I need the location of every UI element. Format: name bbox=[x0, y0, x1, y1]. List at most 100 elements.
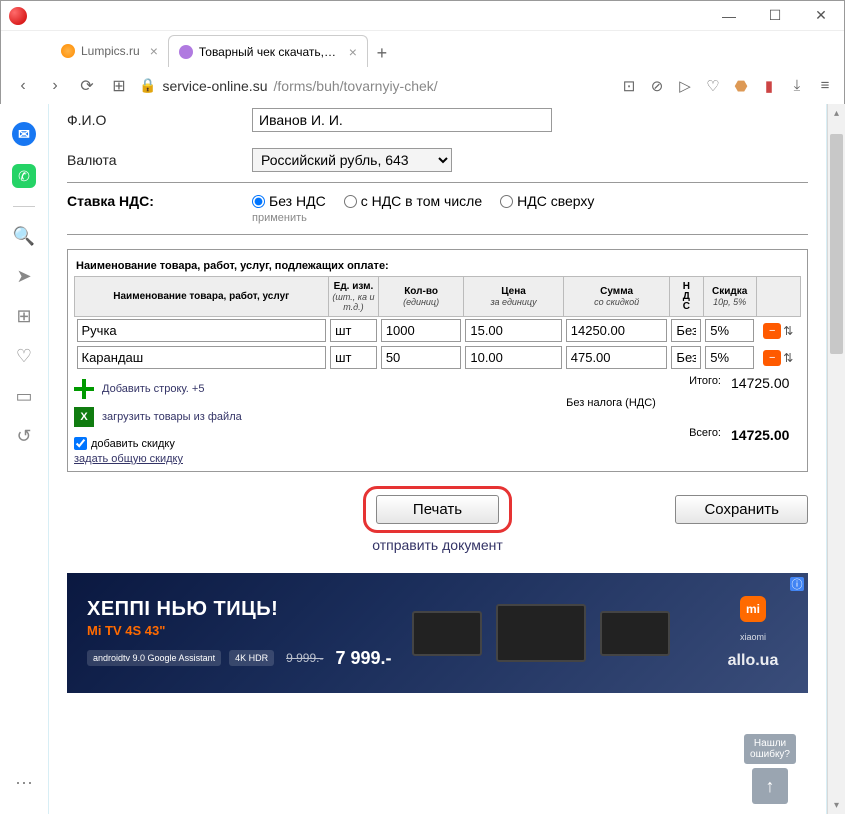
load-from-file-link[interactable]: загрузить товары из файла bbox=[102, 411, 242, 423]
browser-sidebar: ✉ ✆ 🔍 ➤ ⊞ ♡ ▭ ↺ ⋯ bbox=[0, 104, 48, 814]
ad-old-price: 9 999.- bbox=[286, 651, 323, 665]
ad-banner[interactable]: ХЕППІ НЬЮ ТИЦЬ! Mi TV 4S 43" androidtv 9… bbox=[67, 573, 808, 693]
ad-store: allo.ua bbox=[728, 652, 779, 670]
feedback-button[interactable]: Нашлиошибку? bbox=[744, 734, 796, 764]
vat-apply-link[interactable]: применить bbox=[252, 212, 307, 224]
heart-icon[interactable]: ♡ bbox=[704, 77, 722, 95]
reload-button[interactable]: ⟳ bbox=[75, 74, 99, 98]
add-row-link[interactable]: Добавить строку. bbox=[102, 383, 189, 395]
th-discount: Скидка10р, 5% bbox=[703, 277, 756, 317]
add-discount-label: добавить скидку bbox=[91, 438, 175, 450]
speed-dial-icon[interactable]: ⊞ bbox=[13, 305, 35, 327]
item-price-input[interactable] bbox=[465, 346, 561, 369]
send-icon[interactable]: ➤ bbox=[13, 265, 35, 287]
save-button[interactable]: Сохранить bbox=[675, 495, 808, 524]
vat-radio-included[interactable] bbox=[344, 195, 357, 208]
set-total-discount-link[interactable]: задать общую скидку bbox=[74, 453, 183, 465]
scroll-thumb[interactable] bbox=[830, 134, 843, 354]
bookmark-icon[interactable]: ▮ bbox=[760, 77, 778, 95]
item-vat-input[interactable] bbox=[671, 319, 701, 342]
itogo-value: 14725.00 bbox=[731, 375, 801, 391]
extension-icon[interactable]: ⬣ bbox=[732, 77, 750, 95]
facebook-messenger-icon[interactable]: ✉ bbox=[12, 122, 36, 146]
item-sum-input[interactable] bbox=[566, 346, 668, 369]
item-qty-input[interactable] bbox=[381, 346, 462, 369]
scroll-to-top-button[interactable]: ↑ bbox=[752, 768, 788, 804]
th-name: Наименование товара, работ, услуг bbox=[75, 277, 329, 317]
items-section: Наименование товара, работ, услуг, подле… bbox=[67, 249, 808, 472]
sidebar-separator bbox=[13, 206, 35, 207]
play-icon[interactable]: ▷ bbox=[676, 77, 694, 95]
ad-badge: 4K HDR bbox=[229, 650, 274, 666]
maximize-button[interactable]: ☐ bbox=[752, 1, 798, 31]
scroll-up-icon[interactable]: ▴ bbox=[828, 104, 845, 122]
download-icon[interactable]: ⤓ bbox=[788, 77, 806, 95]
item-name-input[interactable] bbox=[77, 346, 327, 369]
tab-favicon-icon bbox=[61, 44, 75, 58]
vat-option-ontop[interactable]: НДС сверху bbox=[500, 193, 594, 209]
search-icon[interactable]: 🔍 bbox=[13, 225, 35, 247]
tab-strip: Lumpics.ru × Товарный чек скачать, ра × … bbox=[1, 31, 844, 67]
print-highlight: Печать bbox=[363, 486, 512, 533]
th-vat: Н Д С bbox=[669, 277, 703, 317]
reorder-icon[interactable]: ⇅ bbox=[783, 324, 793, 338]
delete-row-icon[interactable]: − bbox=[763, 350, 781, 366]
close-button[interactable]: ✕ bbox=[798, 1, 844, 31]
scroll-down-icon[interactable]: ▾ bbox=[828, 796, 845, 814]
opera-logo-icon[interactable] bbox=[9, 7, 27, 25]
address-bar: ‹ › ⟳ ⊞ 🔒 service-online.su/forms/buh/to… bbox=[1, 67, 844, 105]
delete-row-icon[interactable]: − bbox=[763, 323, 781, 339]
vat-option-none[interactable]: Без НДС bbox=[252, 193, 326, 209]
window-controls: — ☐ ✕ bbox=[706, 1, 844, 31]
ad-price: 7 999.- bbox=[335, 648, 391, 669]
item-discount-input[interactable] bbox=[705, 346, 754, 369]
item-qty-input[interactable] bbox=[381, 319, 462, 342]
screenshot-icon[interactable]: ⊡ bbox=[620, 77, 638, 95]
print-button[interactable]: Печать bbox=[376, 495, 499, 524]
xiaomi-logo-icon: mi bbox=[740, 596, 766, 622]
lock-icon: 🔒 bbox=[139, 77, 156, 94]
whatsapp-icon[interactable]: ✆ bbox=[12, 164, 36, 188]
tab-close-icon[interactable]: × bbox=[150, 43, 158, 59]
heart-sidebar-icon[interactable]: ♡ bbox=[13, 345, 35, 367]
separator bbox=[67, 182, 808, 183]
easy-setup-icon[interactable]: ≡ bbox=[816, 77, 834, 95]
page-scrollbar[interactable]: ▴ ▾ bbox=[827, 104, 845, 814]
window-titlebar: — ☐ ✕ bbox=[1, 1, 844, 31]
send-document-link[interactable]: отправить документ bbox=[67, 537, 808, 553]
item-unit-input[interactable] bbox=[330, 346, 377, 369]
vpn-icon[interactable]: ⊘ bbox=[648, 77, 666, 95]
vat-radio-none[interactable] bbox=[252, 195, 265, 208]
url-field[interactable]: 🔒 service-online.su/forms/buh/tovarnyiy-… bbox=[139, 77, 438, 94]
currency-select[interactable]: Российский рубль, 643 bbox=[252, 148, 452, 172]
vat-radio-ontop[interactable] bbox=[500, 195, 513, 208]
excel-icon[interactable]: X bbox=[74, 407, 94, 427]
add-five-rows-link[interactable]: +5 bbox=[192, 383, 205, 395]
reorder-icon[interactable]: ⇅ bbox=[783, 351, 793, 365]
tab-label: Товарный чек скачать, ра bbox=[199, 45, 339, 59]
url-host: service-online.su bbox=[162, 78, 267, 94]
item-unit-input[interactable] bbox=[330, 319, 377, 342]
news-icon[interactable]: ▭ bbox=[13, 385, 35, 407]
page-content: Ф.И.О Валюта Российский рубль, 643 Ставк… bbox=[48, 104, 827, 814]
new-tab-button[interactable]: + bbox=[368, 39, 396, 67]
items-title: Наименование товара, работ, услуг, подле… bbox=[74, 256, 801, 276]
item-sum-input[interactable] bbox=[566, 319, 668, 342]
plus-icon[interactable] bbox=[74, 379, 94, 399]
item-vat-input[interactable] bbox=[671, 346, 701, 369]
tab-close-icon[interactable]: × bbox=[349, 44, 357, 60]
tab-lumpics[interactable]: Lumpics.ru × bbox=[51, 35, 168, 67]
fio-input[interactable] bbox=[252, 108, 552, 132]
item-price-input[interactable] bbox=[465, 319, 561, 342]
minimize-button[interactable]: — bbox=[706, 1, 752, 31]
tab-tovarnyi-chek[interactable]: Товарный чек скачать, ра × bbox=[168, 35, 368, 67]
sidebar-more-icon[interactable]: ⋯ bbox=[13, 772, 35, 794]
vat-option-included[interactable]: с НДС в том числе bbox=[344, 193, 482, 209]
add-discount-checkbox[interactable] bbox=[74, 437, 87, 450]
item-discount-input[interactable] bbox=[705, 319, 754, 342]
speed-dial-button[interactable]: ⊞ bbox=[107, 74, 131, 98]
forward-button[interactable]: › bbox=[43, 74, 67, 98]
back-button[interactable]: ‹ bbox=[11, 74, 35, 98]
item-name-input[interactable] bbox=[77, 319, 327, 342]
history-icon[interactable]: ↺ bbox=[13, 425, 35, 447]
